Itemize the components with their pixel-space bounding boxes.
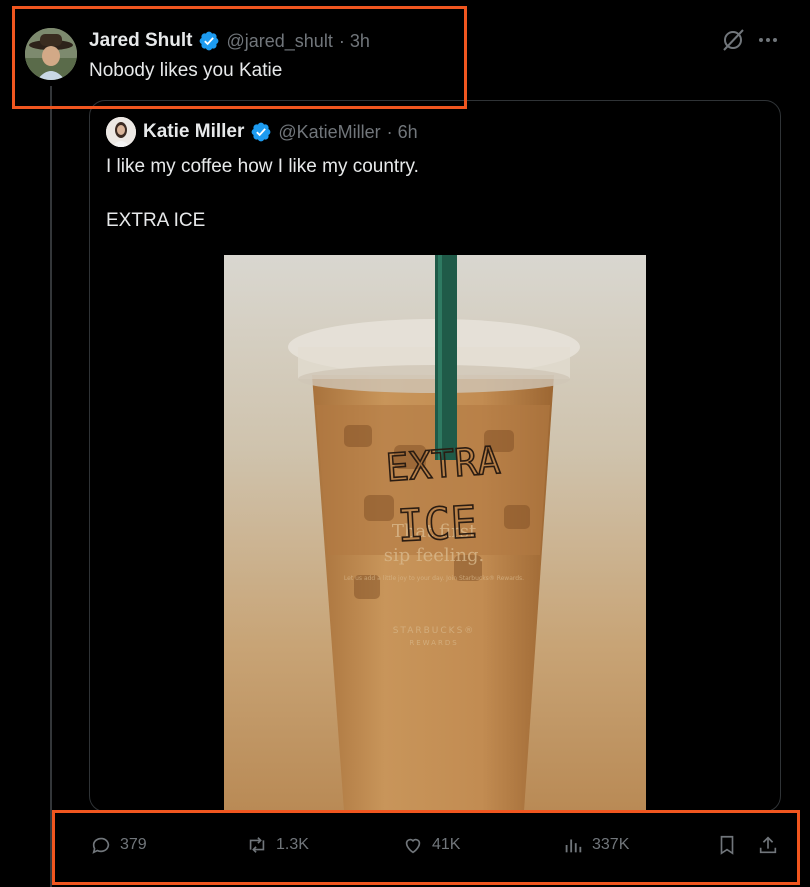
thread-line bbox=[50, 86, 52, 887]
quoted-post-card[interactable]: Katie Miller @KatieMiller · 6h I like my… bbox=[89, 100, 781, 812]
quoted-post-text-line1: I like my coffee how I like my country. bbox=[106, 156, 419, 177]
cup-brand-line1: STARBUCKS® bbox=[393, 626, 476, 636]
header-highlight-box bbox=[12, 6, 467, 109]
quoted-post-time[interactable]: · 6h bbox=[387, 122, 418, 143]
actions-highlight-box bbox=[52, 810, 800, 885]
more-icon[interactable] bbox=[756, 28, 780, 52]
cup-writing-line2: ICE bbox=[396, 497, 478, 552]
cup-brand-line2: REWARDS bbox=[409, 639, 458, 647]
quoted-author-name[interactable]: Katie Miller bbox=[143, 121, 244, 143]
grok-icon[interactable] bbox=[720, 27, 746, 53]
quoted-post-text-line2: EXTRA ICE bbox=[106, 210, 206, 231]
cup-print-small: Let us add a little joy to your day. Joi… bbox=[344, 575, 524, 582]
verified-badge-icon bbox=[251, 122, 271, 142]
quoted-author-handle[interactable]: @KatieMiller bbox=[278, 122, 380, 143]
quoted-post-photo[interactable]: That first sip feeling. Let us add a lit… bbox=[224, 255, 646, 811]
cup-writing-line1: EXTRA bbox=[385, 438, 502, 490]
quoted-author-avatar[interactable] bbox=[106, 117, 136, 147]
